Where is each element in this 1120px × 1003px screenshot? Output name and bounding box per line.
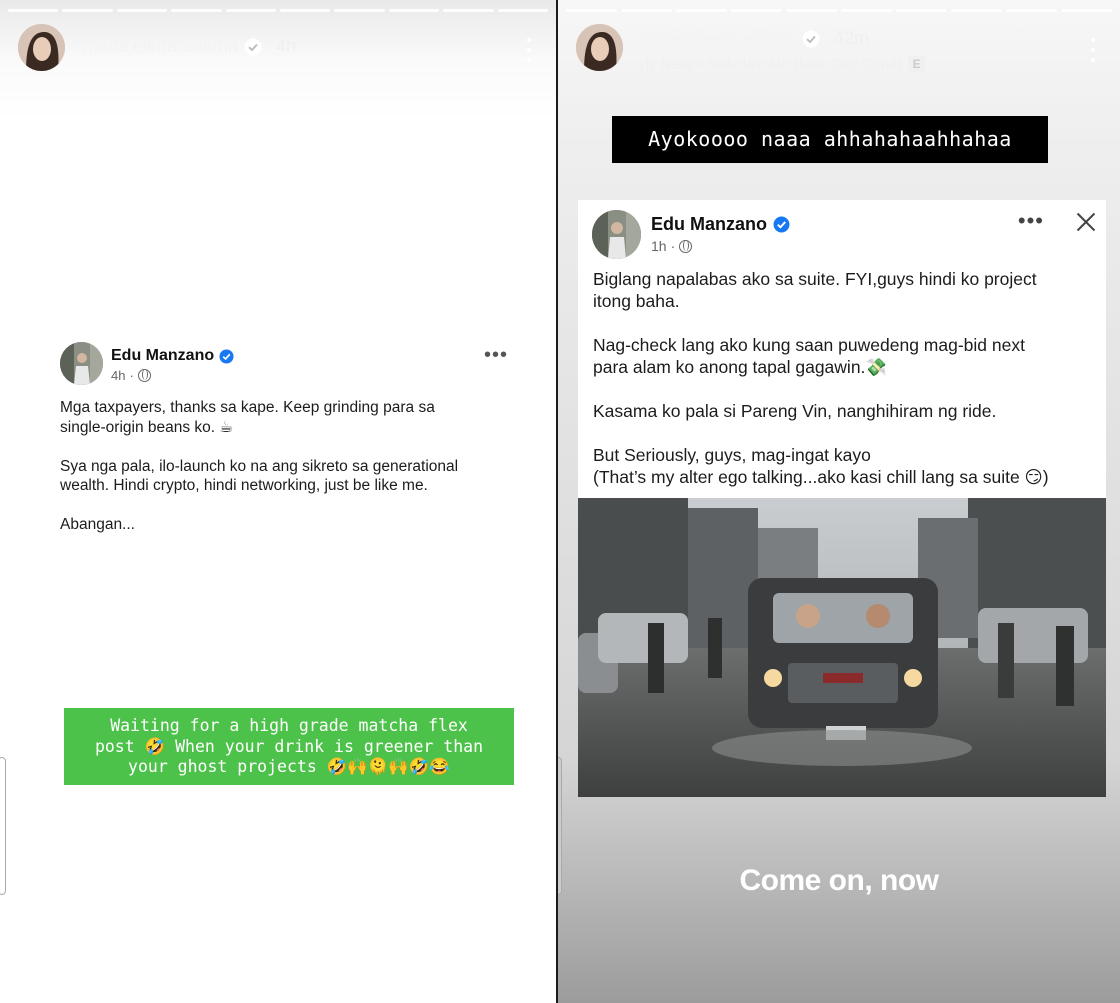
progress-segment: [841, 9, 892, 12]
equalizer-icon: [641, 58, 654, 71]
previous-story-edge[interactable]: [558, 757, 562, 895]
author-name-row: Edu Manzano: [651, 214, 790, 235]
post-body: Mga taxpayers, thanks sa kape. Keep grin…: [60, 398, 520, 554]
story-progress-bar: [566, 9, 1112, 12]
story-header: maria.elena.adarna 4h: [18, 24, 538, 74]
progress-segment: [896, 9, 947, 12]
avatar[interactable]: [576, 24, 623, 71]
post-paragraph: Kasama ko pala si Pareng Vin, nanghihira…: [593, 401, 997, 421]
post-time: 4h: [111, 368, 126, 383]
verified-badge-icon: [802, 30, 820, 47]
story-username[interactable]: maria.elena.adarna: [641, 28, 796, 49]
author-avatar: [592, 210, 641, 259]
progress-segment: [1006, 9, 1057, 12]
progress-segment: [676, 9, 727, 12]
caption-sticker: Ayokoooo naaa ahhahahaahhahaa: [612, 116, 1048, 163]
post-paragraph: Nag-check lang ako kung saan puwedeng ma…: [593, 335, 1025, 377]
story-progress-bar: [8, 9, 549, 12]
author-name: Edu Manzano: [111, 347, 215, 364]
overlay-text: Come on, now: [739, 864, 940, 897]
progress-segment: [786, 9, 837, 12]
verified-badge-icon: [773, 216, 790, 233]
music-track: Nelly • Ride Wit Me (feat. City Spud): [661, 56, 903, 73]
explicit-badge: E: [908, 56, 926, 73]
facebook-post-screenshot: Edu Manzano 1h · ••• Biglang napalabas ak…: [578, 200, 1106, 797]
author-name: Edu Manzano: [651, 214, 767, 234]
post-paragraph: Sya nga pala, ilo-launch ko na ang sikre…: [60, 457, 459, 495]
post-meta: 4h ·: [111, 368, 151, 383]
progress-segment: [566, 9, 617, 12]
post-body: Biglang napalabas ako sa suite. FYI,guys…: [593, 268, 1098, 510]
post-time: 1h: [651, 238, 667, 254]
globe-icon: [137, 369, 151, 382]
post-paragraph: Abangan...: [60, 516, 135, 533]
avatar[interactable]: [18, 24, 65, 71]
progress-segment: [171, 9, 222, 12]
ellipsis-icon: •••: [483, 344, 508, 366]
post-photo-flooded-street: [578, 498, 1106, 797]
text-sticker: Waiting for a high grade matcha flex pos…: [64, 708, 514, 785]
progress-segment: [731, 9, 782, 12]
globe-icon: [679, 239, 693, 253]
post-paragraph: Biglang napalabas ako sa suite. FYI,guys…: [593, 269, 1037, 311]
ellipsis-icon: •••: [1017, 208, 1044, 233]
more-options-icon[interactable]: [526, 38, 532, 62]
more-options-icon[interactable]: [1090, 38, 1096, 62]
progress-segment: [8, 9, 59, 12]
author-avatar: [60, 342, 103, 385]
story-username[interactable]: maria.elena.adarna: [83, 36, 238, 57]
story-header: maria.elena.adarna 42m Nelly • Ride Wit …: [576, 24, 1102, 74]
progress-segment: [388, 9, 440, 12]
progress-segment: [62, 9, 113, 12]
verified-badge-icon: [244, 38, 262, 55]
post-paragraph: But Seriously, guys, mag-ingat kayo (Tha…: [593, 445, 1049, 487]
story-username-row: maria.elena.adarna 42m: [641, 28, 869, 49]
progress-segment: [443, 9, 494, 12]
progress-segment: [621, 9, 672, 12]
post-paragraph: Mga taxpayers, thanks sa kape. Keep grin…: [60, 399, 435, 436]
music-attribution[interactable]: Nelly • Ride Wit Me (feat. City Spud) E: [641, 56, 926, 73]
story-panel-left[interactable]: maria.elena.adarna 4h Edu Manzano 4h · ••…: [0, 0, 556, 1003]
progress-segment: [334, 9, 385, 12]
progress-segment: [280, 9, 331, 12]
progress-segment: [1061, 9, 1112, 12]
story-timestamp: 42m: [834, 28, 870, 48]
progress-segment: [225, 9, 277, 12]
post-meta: 1h ·: [651, 238, 693, 254]
progress-segment: [497, 9, 549, 12]
story-username-row: maria.elena.adarna 4h: [83, 36, 296, 57]
close-icon: [1074, 210, 1098, 234]
story-panel-right[interactable]: maria.elena.adarna 42m Nelly • Ride Wit …: [558, 0, 1120, 1003]
verified-badge-icon: [219, 348, 234, 364]
story-timestamp: 4h: [276, 36, 297, 56]
author-name-row: Edu Manzano: [111, 347, 234, 365]
progress-segment: [116, 9, 168, 12]
progress-segment: [951, 9, 1002, 12]
previous-story-edge[interactable]: [0, 757, 6, 895]
